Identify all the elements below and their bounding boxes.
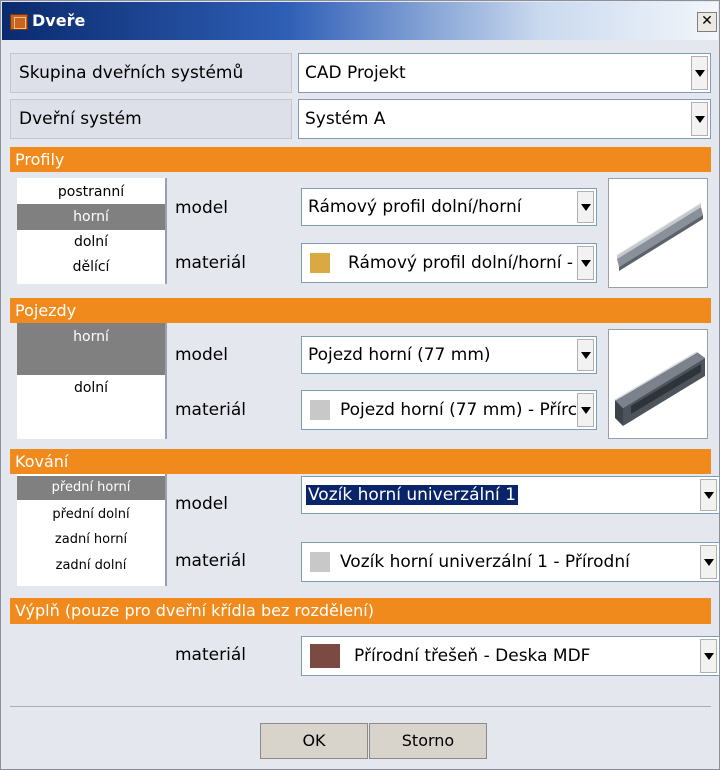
chevron-down-icon[interactable] xyxy=(577,191,594,223)
door-group-value: CAD Projekt xyxy=(305,63,406,83)
section-pojezdy: horní dolní model Pojezd horní (77 mm) m… xyxy=(10,323,711,441)
filling-material-combo[interactable]: Přírodní třešeň - Deska MDF xyxy=(301,636,720,676)
section-profily: postranní horní dolní dělící model Rámov… xyxy=(10,172,711,290)
track-material-value: Pojezd horní (77 mm) - Přírc xyxy=(340,400,578,420)
chevron-down-icon[interactable] xyxy=(691,102,708,136)
list-item-predni-dolni[interactable]: přední dolní xyxy=(17,502,165,528)
list-item-horni[interactable]: horní xyxy=(17,323,165,375)
door-system-value: Systém A xyxy=(305,109,386,129)
door-system-combo[interactable]: Systém A xyxy=(298,99,711,139)
section-header-vypln: Výplň (pouze pro dveřní křídla bez rozdě… xyxy=(10,598,711,624)
chevron-down-icon[interactable] xyxy=(700,479,717,511)
profile-material-value: Rámový profil dolní/horní - xyxy=(348,253,574,273)
list-item-delici[interactable]: dělící xyxy=(17,254,165,280)
chevron-down-icon[interactable] xyxy=(700,639,717,673)
list-item-zadni-horni[interactable]: zadní horní xyxy=(17,528,165,552)
material-label: materiál xyxy=(175,400,246,420)
filling-material-value: Přírodní třešeň - Deska MDF xyxy=(354,646,591,666)
window-title: Dveře xyxy=(32,11,86,30)
profile-model-combo[interactable]: Rámový profil dolní/horní xyxy=(301,188,597,226)
material-swatch xyxy=(310,552,330,572)
list-item-dolni[interactable]: dolní xyxy=(17,375,165,401)
material-label: materiál xyxy=(175,551,246,571)
section-header-pojezdy: Pojezdy xyxy=(10,298,711,323)
hardware-type-list[interactable]: přední horní přední dolní zadní horní za… xyxy=(17,474,167,586)
material-label: materiál xyxy=(175,645,246,665)
ok-button[interactable]: OK xyxy=(260,723,368,759)
footer-separator xyxy=(10,706,711,707)
profile-preview xyxy=(608,178,708,288)
track-type-list[interactable]: horní dolní xyxy=(17,323,167,439)
list-item-predni-horni[interactable]: přední horní xyxy=(17,476,165,500)
rail-profile-icon xyxy=(616,202,703,271)
track-model-value: Pojezd horní (77 mm) xyxy=(308,345,491,365)
material-swatch xyxy=(310,253,330,273)
close-button[interactable]: ✕ xyxy=(697,12,717,32)
track-rail-icon xyxy=(614,351,705,426)
door-system-label: Dveřní systém xyxy=(10,99,292,139)
section-header-kovani: Kování xyxy=(10,449,711,474)
chevron-down-icon[interactable] xyxy=(700,545,717,579)
hardware-model-combo[interactable]: Vozík horní univerzální 1 xyxy=(301,476,720,514)
section-kovani: přední horní přední dolní zadní horní za… xyxy=(10,474,720,589)
profile-material-combo[interactable]: Rámový profil dolní/horní - xyxy=(301,243,597,283)
section-vypln: materiál Přírodní třešeň - Deska MDF xyxy=(10,624,720,699)
material-label: materiál xyxy=(175,253,246,273)
hardware-model-value: Vozík horní univerzální 1 xyxy=(306,485,518,505)
chevron-down-icon[interactable] xyxy=(577,339,594,371)
door-group-label: Skupina dveřních systémů xyxy=(10,53,292,93)
chevron-down-icon[interactable] xyxy=(577,246,594,280)
list-item-dolni[interactable]: dolní xyxy=(17,230,165,254)
hardware-material-combo[interactable]: Vozík horní univerzální 1 - Přírodní xyxy=(301,542,720,582)
chevron-down-icon[interactable] xyxy=(691,56,708,90)
cancel-button[interactable]: Storno xyxy=(369,723,487,759)
list-item-zadni-dolni[interactable]: zadní dolní xyxy=(17,552,165,580)
door-icon xyxy=(10,14,28,30)
door-group-combo[interactable]: CAD Projekt xyxy=(298,53,711,93)
material-swatch xyxy=(310,644,340,668)
material-swatch xyxy=(310,400,330,420)
list-item-postranni[interactable]: postranní xyxy=(17,180,165,204)
title-bar: Dveře ✕ xyxy=(2,2,718,40)
door-dialog: Dveře ✕ Skupina dveřních systémů CAD Pro… xyxy=(0,0,720,770)
list-item-horni[interactable]: horní xyxy=(17,204,165,230)
model-label: model xyxy=(175,345,228,365)
track-model-combo[interactable]: Pojezd horní (77 mm) xyxy=(301,336,597,374)
profile-model-value: Rámový profil dolní/horní xyxy=(308,197,522,217)
track-preview xyxy=(608,329,708,439)
hardware-material-value: Vozík horní univerzální 1 - Přírodní xyxy=(340,552,630,572)
chevron-down-icon[interactable] xyxy=(577,393,594,427)
track-material-combo[interactable]: Pojezd horní (77 mm) - Přírc xyxy=(301,390,597,430)
section-header-profily: Profily xyxy=(10,147,711,172)
profile-type-list[interactable]: postranní horní dolní dělící xyxy=(17,178,167,284)
model-label: model xyxy=(175,198,228,218)
model-label: model xyxy=(175,494,228,514)
